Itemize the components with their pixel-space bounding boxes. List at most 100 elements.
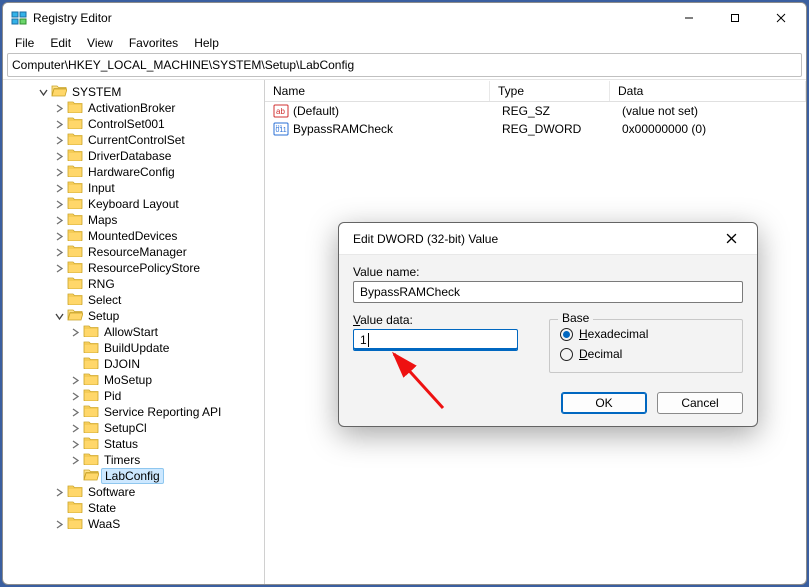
tree-item-select[interactable]: Select [51, 292, 264, 308]
dialog-close-button[interactable] [709, 224, 753, 254]
folder-icon [83, 420, 99, 436]
tree-waas[interactable]: WaaS [51, 516, 264, 532]
tree-item-maps[interactable]: Maps [51, 212, 264, 228]
chevron-right-icon[interactable] [51, 100, 67, 116]
tree-label: Select [86, 293, 123, 307]
tree-item-controlset001[interactable]: ControlSet001 [51, 116, 264, 132]
tree-item-timers[interactable]: Timers [67, 452, 264, 468]
tree-label: MountedDevices [86, 229, 179, 243]
chevron-right-icon[interactable] [67, 324, 83, 340]
dialog-titlebar[interactable]: Edit DWORD (32-bit) Value [339, 223, 757, 255]
address-bar[interactable]: Computer\HKEY_LOCAL_MACHINE\SYSTEM\Setup… [7, 53, 802, 77]
tree-pane[interactable]: SYSTEMActivationBrokerControlSet001Curre… [3, 80, 265, 584]
tree-label: Timers [102, 453, 142, 467]
menu-edit[interactable]: Edit [42, 34, 79, 52]
cancel-button[interactable]: Cancel [657, 392, 743, 414]
tree-item-input[interactable]: Input [51, 180, 264, 196]
tree-item-keyboard-layout[interactable]: Keyboard Layout [51, 196, 264, 212]
chevron-right-icon[interactable] [51, 228, 67, 244]
chevron-right-icon[interactable] [51, 132, 67, 148]
chevron-right-icon[interactable] [67, 452, 83, 468]
folder-icon [67, 196, 83, 212]
ok-button[interactable]: OK [561, 392, 647, 414]
chevron-right-icon[interactable] [51, 180, 67, 196]
menu-favorites[interactable]: Favorites [121, 34, 186, 52]
col-type[interactable]: Type [490, 81, 610, 101]
tree-software[interactable]: Software [51, 484, 264, 500]
tree-label: ActivationBroker [86, 101, 177, 115]
folder-icon [67, 484, 83, 500]
tree-label: CurrentControlSet [86, 133, 187, 147]
tree-item-resourcemanager[interactable]: ResourceManager [51, 244, 264, 260]
tree-state[interactable]: State [51, 500, 264, 516]
tree-label: Input [86, 181, 117, 195]
radio-hex[interactable]: Hexadecimal [560, 324, 732, 344]
value-data-field[interactable]: 1 [353, 329, 518, 351]
close-button[interactable] [758, 3, 804, 33]
tree-label: HardwareConfig [86, 165, 177, 179]
col-name[interactable]: Name [265, 81, 490, 101]
titlebar[interactable]: Registry Editor [3, 3, 806, 33]
list-row[interactable]: BypassRAMCheck REG_DWORD 0x00000000 (0) [265, 120, 806, 138]
expander-blank [67, 340, 83, 356]
tree-system[interactable]: SYSTEM [35, 84, 264, 100]
tree-item-activationbroker[interactable]: ActivationBroker [51, 100, 264, 116]
list-row[interactable]: (Default) REG_SZ (value not set) [265, 102, 806, 120]
tree-item-currentcontrolset[interactable]: CurrentControlSet [51, 132, 264, 148]
chevron-right-icon[interactable] [51, 212, 67, 228]
tree-item-mosetup[interactable]: MoSetup [67, 372, 264, 388]
chevron-right-icon[interactable] [67, 372, 83, 388]
tree-item-resourcepolicystore[interactable]: ResourcePolicyStore [51, 260, 264, 276]
tree-label: SetupCl [102, 421, 149, 435]
tree-item-mounteddevices[interactable]: MountedDevices [51, 228, 264, 244]
tree-setup[interactable]: Setup [51, 308, 264, 324]
chevron-down-icon[interactable] [35, 84, 51, 100]
tree-item-allowstart[interactable]: AllowStart [67, 324, 264, 340]
folder-open-icon [51, 84, 67, 100]
window-title: Registry Editor [33, 11, 112, 25]
radio-dec[interactable]: Decimal [560, 344, 732, 364]
menu-help[interactable]: Help [186, 34, 227, 52]
edit-dword-dialog[interactable]: Edit DWORD (32-bit) Value Value name: By… [338, 222, 758, 427]
folder-open-icon [83, 468, 99, 484]
chevron-right-icon[interactable] [67, 404, 83, 420]
chevron-right-icon[interactable] [51, 164, 67, 180]
row-name: BypassRAMCheck [293, 122, 494, 136]
chevron-right-icon[interactable] [51, 148, 67, 164]
chevron-right-icon[interactable] [51, 484, 67, 500]
tree-item-djoin[interactable]: DJOIN [67, 356, 264, 372]
tree-label: DriverDatabase [86, 149, 173, 163]
tree-item-setupcl[interactable]: SetupCl [67, 420, 264, 436]
tree-label: WaaS [86, 517, 122, 531]
minimize-button[interactable] [666, 3, 712, 33]
menu-file[interactable]: File [7, 34, 42, 52]
tree-item-hardwareconfig[interactable]: HardwareConfig [51, 164, 264, 180]
chevron-right-icon[interactable] [67, 388, 83, 404]
radio-hex-dot [560, 328, 573, 341]
value-name-field[interactable]: BypassRAMCheck [353, 281, 743, 303]
folder-icon [67, 164, 83, 180]
col-data[interactable]: Data [610, 81, 806, 101]
chevron-down-icon[interactable] [51, 308, 67, 324]
base-legend: Base [558, 311, 593, 325]
tree-item-status[interactable]: Status [67, 436, 264, 452]
chevron-right-icon[interactable] [51, 516, 67, 532]
menu-view[interactable]: View [79, 34, 121, 52]
tree-item-pid[interactable]: Pid [67, 388, 264, 404]
folder-icon [67, 212, 83, 228]
chevron-right-icon[interactable] [51, 116, 67, 132]
tree-item-driverdatabase[interactable]: DriverDatabase [51, 148, 264, 164]
tree-item-service-reporting-api[interactable]: Service Reporting API [67, 404, 264, 420]
expander-blank [67, 356, 83, 372]
chevron-right-icon[interactable] [51, 196, 67, 212]
tree-item-buildupdate[interactable]: BuildUpdate [67, 340, 264, 356]
edit-dword-dialog-wrap: Edit DWORD (32-bit) Value Value name: By… [338, 222, 768, 434]
chevron-right-icon[interactable] [51, 260, 67, 276]
chevron-right-icon[interactable] [67, 420, 83, 436]
list-header[interactable]: Name Type Data [265, 80, 806, 102]
chevron-right-icon[interactable] [51, 244, 67, 260]
maximize-button[interactable] [712, 3, 758, 33]
tree-item-labconfig[interactable]: LabConfig [67, 468, 264, 484]
tree-item-rng[interactable]: RNG [51, 276, 264, 292]
chevron-right-icon[interactable] [67, 436, 83, 452]
